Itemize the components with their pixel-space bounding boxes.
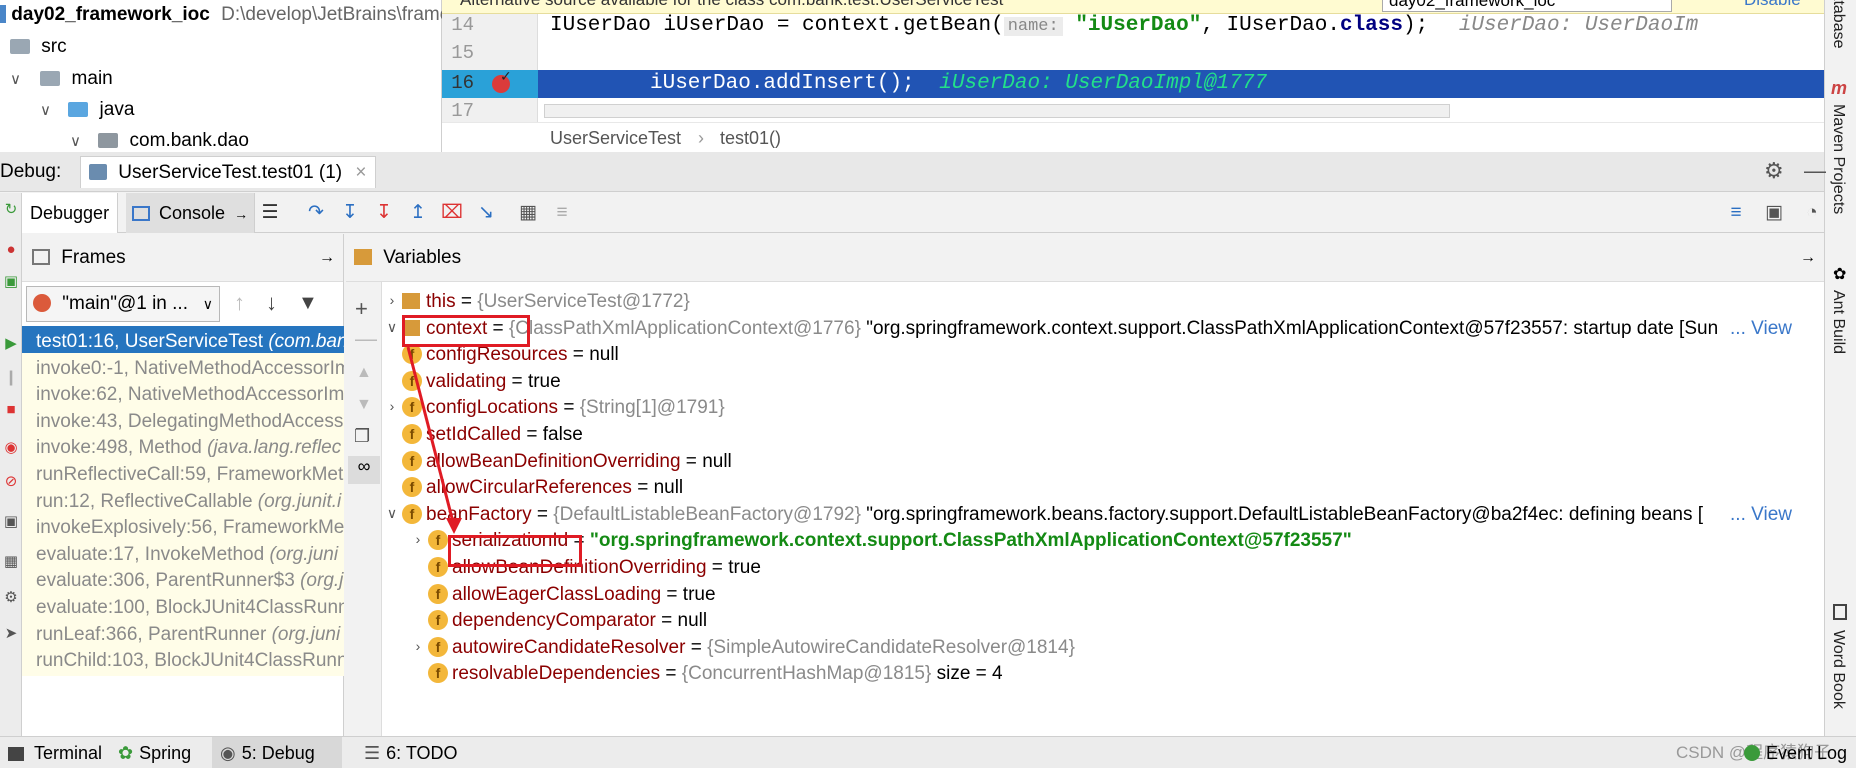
bottom-tab-label: 6: TODO (386, 743, 458, 763)
bottom-tool-bar: Terminal ✿ Spring ◉ 5: Debug ☰ 6: TODO CSDN… (0, 736, 1856, 768)
event-log-label: Event Log (1766, 743, 1848, 763)
terminal-icon (8, 747, 24, 761)
bottom-tab-spring[interactable]: ✿ Spring (110, 737, 199, 768)
event-log-button[interactable]: Event Log (1736, 737, 1855, 768)
bottom-tab-terminal[interactable]: Terminal (0, 737, 110, 768)
bottom-tab-todo[interactable]: ☰ 6: TODO (356, 737, 466, 768)
bottom-tab-label: Terminal (34, 743, 103, 763)
bug-icon: ◉ (220, 743, 236, 763)
event-log-icon (1744, 745, 1760, 761)
bottom-tab-label: 5: Debug (241, 743, 315, 763)
spring-icon: ✿ (118, 743, 134, 763)
todo-list-icon: ☰ (364, 743, 381, 763)
annotation-arrow-icon (406, 346, 462, 534)
bottom-tab-label: Spring (139, 743, 192, 763)
bottom-tab-debug[interactable]: ◉ 5: Debug (212, 737, 342, 768)
